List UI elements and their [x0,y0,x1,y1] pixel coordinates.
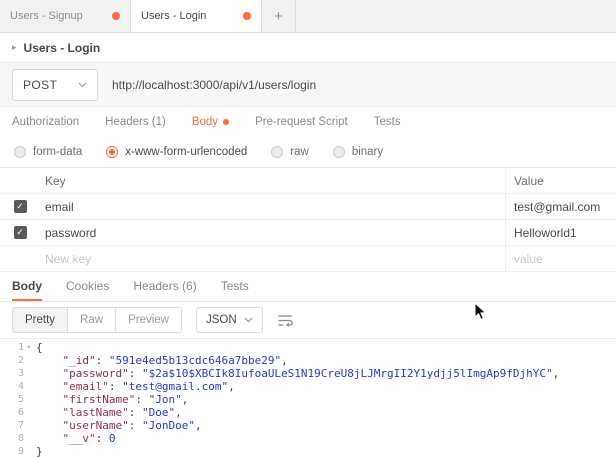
line-number: 2 [0,354,34,367]
code-line: 8 "__v": 0 [0,432,616,445]
request-title-bar[interactable]: ▸ Users - Login [0,33,616,63]
code-line: 5 "firstName": "Jon", [0,393,616,406]
request-tab-headers-1[interactable]: Headers (1) [105,116,166,128]
body-mode-selector: form-data x-www-form-urlencoded raw binary [0,137,616,167]
open-tab-users-signup[interactable]: Users - Signup [0,0,131,32]
tabbar-filler [296,0,616,32]
collapse-caret-icon[interactable]: ▸ [12,42,17,53]
code-line: 6 "lastName": "Doe", [0,406,616,419]
body-mode-label: raw [290,146,309,158]
line-number: 3 [0,367,34,380]
request-title: Users - Login [24,41,101,55]
request-tab-pre-request-script[interactable]: Pre-request Script [255,116,348,128]
code-line: 7 "userName": "JonDoe", [0,419,616,432]
response-tabs: Body Cookies Headers (6) Tests [0,272,616,302]
code-line: 9} [0,445,616,457]
body-mode-raw[interactable]: raw [271,146,309,158]
body-mode-binary[interactable]: binary [333,146,383,158]
body-mode-form-data[interactable]: form-data [14,146,82,158]
urlencoded-editor: Key Value ✓ emailtest@gmail.com ✓ passwordH… [0,167,616,272]
request-tab-label: Body [192,116,218,128]
param-checkbox[interactable]: ✓ [14,226,27,239]
request-tab-tests[interactable]: Tests [374,116,401,128]
unsaved-dot [112,12,120,20]
view-switcher: PrettyRawPreview [12,307,182,333]
wrap-text-icon[interactable] [277,313,294,327]
request-tab-label: Authorization [12,116,79,128]
code-line: 4 "email": "test@gmail.com", [0,380,616,393]
format-label: JSON [206,314,237,326]
table-header-row: Key Value [0,168,616,194]
key-column-header: Key [40,174,505,188]
request-tab-authorization[interactable]: Authorization [12,116,79,128]
method-label: POST [23,78,57,92]
response-tab-headers-6[interactable]: Headers (6) [133,272,196,301]
request-tabs: Authorization Headers (1) Body Pre-request … [0,107,616,137]
response-tab-cookies[interactable]: Cookies [66,272,109,301]
view-preview-button[interactable]: Preview [116,308,181,332]
line-number: 7 [0,419,34,432]
open-tabs: Users - Signup Users - Login [0,0,262,32]
new-value-input[interactable]: value [505,246,616,271]
postman-window: Users - Signup Users - Login + ▸ Users - … [0,0,616,457]
param-checkbox-cell: ✓ [0,226,40,239]
request-tab-label: Tests [374,116,401,128]
param-rows: ✓ emailtest@gmail.com ✓ passwordHelloworld1 [0,194,616,246]
line-number: 1▾ [0,341,34,354]
param-key[interactable]: email [40,200,505,214]
response-toolbar: PrettyRawPreview JSON [0,302,616,338]
new-tab-button[interactable]: + [262,0,296,32]
unsaved-dot [243,12,251,20]
radio-icon [106,146,118,158]
chevron-down-icon [244,317,253,323]
body-mode-x-www-form-urlencoded[interactable]: x-www-form-urlencoded [106,146,247,158]
request-builder: POST [0,63,616,107]
param-value[interactable]: Helloworld1 [505,220,616,245]
line-number: 4 [0,380,34,393]
format-dropdown[interactable]: JSON [196,307,263,333]
value-column-header: Value [505,168,616,193]
open-tabs-bar: Users - Signup Users - Login + [0,0,616,33]
url-input[interactable] [112,78,604,92]
view-raw-button[interactable]: Raw [68,308,116,332]
code-line: 1▾{ [0,341,616,354]
param-checkbox-cell: ✓ [0,200,40,213]
active-dot [223,119,229,125]
code-lines: 1▾{2 "_id": "591e4ed5b13cdc646a7bbe29",3… [0,341,616,457]
tab-title: Users - Signup [10,10,83,22]
response-tab-body[interactable]: Body [12,272,42,301]
param-checkbox[interactable]: ✓ [14,200,27,213]
line-number: 5 [0,393,34,406]
body-mode-label: binary [352,146,383,158]
param-row: ✓ emailtest@gmail.com [0,194,616,220]
radio-icon [14,146,26,158]
chevron-down-icon [78,82,87,88]
code-line: 3 "password": "$2a$10$XBCIk8IufoaULeS1N1… [0,367,616,380]
fold-caret-icon[interactable]: ▾ [24,341,34,354]
new-key-input[interactable]: New key [40,252,505,266]
line-number: 8 [0,432,34,445]
body-mode-label: x-www-form-urlencoded [125,146,247,158]
response-tab-tests[interactable]: Tests [221,272,249,301]
param-row: ✓ passwordHelloworld1 [0,220,616,246]
radio-icon [271,146,283,158]
code-line: 2 "_id": "591e4ed5b13cdc646a7bbe29", [0,354,616,367]
method-dropdown[interactable]: POST [12,69,98,101]
request-tab-label: Pre-request Script [255,116,348,128]
open-tab-users-login[interactable]: Users - Login [131,0,262,32]
param-value[interactable]: test@gmail.com [505,194,616,219]
radio-icon [333,146,345,158]
request-tab-label: Headers (1) [105,116,166,128]
request-tab-body[interactable]: Body [192,116,229,128]
tab-title: Users - Login [141,10,206,22]
new-param-row: New key value [0,246,616,272]
view-pretty-button[interactable]: Pretty [13,308,68,332]
line-number: 9 [0,445,34,457]
body-mode-label: form-data [33,146,82,158]
response-body-viewer: 1▾{2 "_id": "591e4ed5b13cdc646a7bbe29",3… [0,338,616,457]
param-key[interactable]: password [40,226,505,240]
line-number: 6 [0,406,34,419]
